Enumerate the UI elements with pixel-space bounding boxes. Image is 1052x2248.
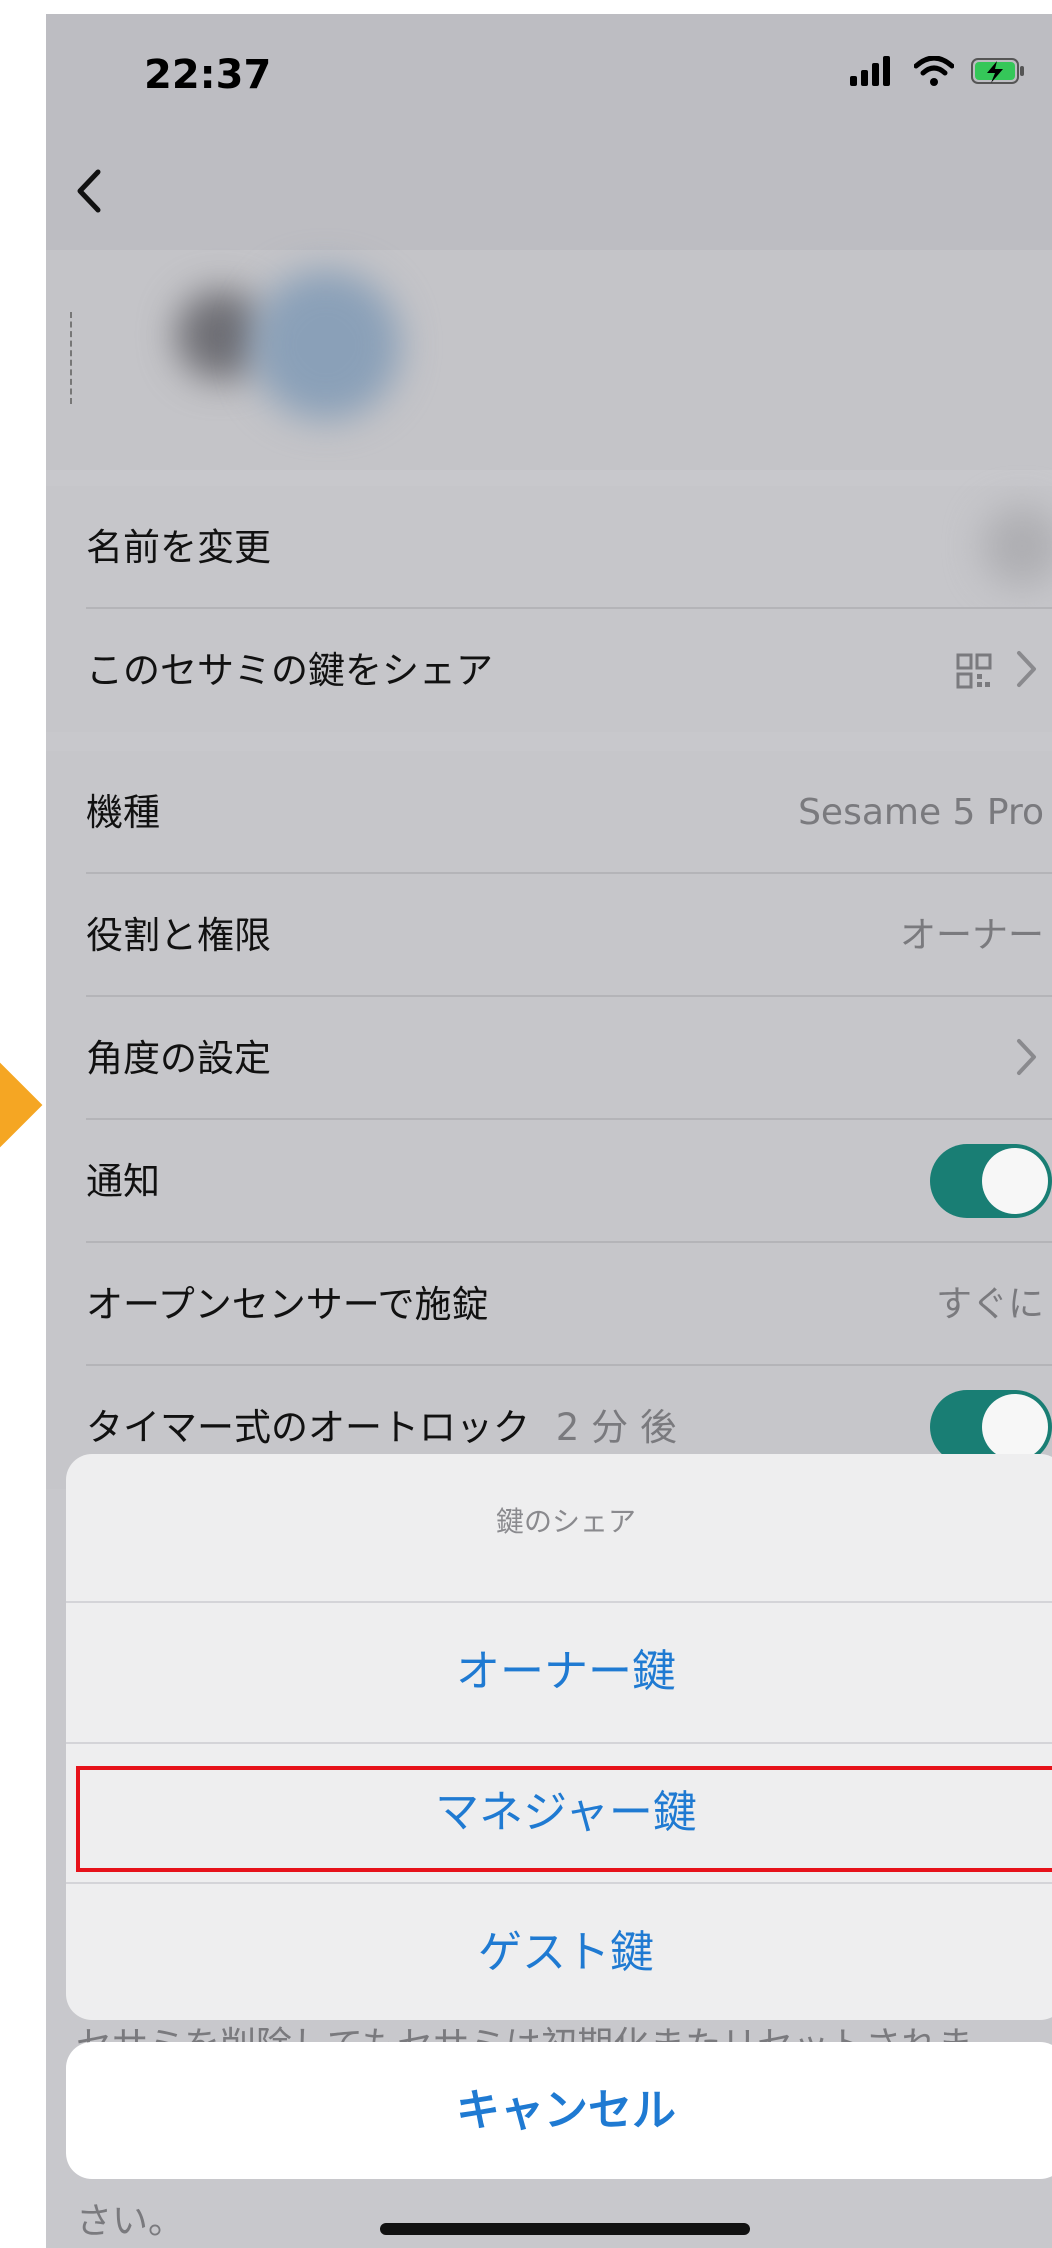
open-sensor-value: すぐに bbox=[935, 1284, 1044, 1325]
open-sensor-label: オープンセンサーで施錠 bbox=[86, 1283, 489, 1326]
qr-code-icon bbox=[956, 653, 992, 689]
orange-side-marker bbox=[0, 1062, 43, 1148]
rename-blur bbox=[982, 506, 1052, 586]
model-value: Sesame 5 Pro bbox=[798, 792, 1044, 833]
chevron-right-icon bbox=[1017, 1039, 1036, 1075]
home-indicator bbox=[380, 2223, 750, 2235]
action-sheet-title: 鍵のシェア bbox=[495, 1505, 636, 1538]
status-bar: 22:37 bbox=[46, 14, 1052, 144]
angle-settings-label: 角度の設定 bbox=[86, 1037, 271, 1080]
chevron-right-icon bbox=[1017, 651, 1036, 687]
role-label: 役割と権限 bbox=[86, 914, 271, 957]
share-action-sheet: 鍵のシェア オーナー鍵 マネジャー鍵 ゲスト鍵 bbox=[66, 1454, 1052, 2020]
device-image-blurred-2 bbox=[251, 270, 401, 420]
notification-row: 通知 bbox=[46, 1120, 1052, 1243]
role-value: オーナー bbox=[899, 915, 1044, 956]
dashed-frame bbox=[70, 312, 72, 404]
battery-charging-icon bbox=[971, 58, 1024, 84]
rename-row[interactable]: 名前を変更 bbox=[46, 486, 1052, 609]
status-time: 22:37 bbox=[144, 52, 272, 98]
phone-screen: 22:37 名前を変更 このセサミの鍵をシェア 機種 Sesame 5 Pro … bbox=[46, 14, 1052, 2248]
angle-settings-row[interactable]: 角度の設定 bbox=[46, 997, 1052, 1120]
autolock-toggle[interactable] bbox=[930, 1390, 1052, 1464]
rename-label: 名前を変更 bbox=[86, 526, 271, 569]
hint-text-line2: さい。 bbox=[76, 2201, 185, 2242]
back-button[interactable] bbox=[74, 166, 104, 225]
share-key-label: このセサミの鍵をシェア bbox=[86, 649, 493, 692]
chevron-left-icon bbox=[77, 169, 101, 213]
signal-icon bbox=[850, 56, 890, 86]
cancel-button[interactable]: キャンセル bbox=[66, 2042, 1052, 2179]
autolock-label-text: タイマー式のオートロック bbox=[86, 1406, 530, 1449]
status-icons bbox=[850, 56, 1026, 86]
owner-key-button[interactable]: オーナー鍵 bbox=[66, 1603, 1052, 1741]
guest-key-button[interactable]: ゲスト鍵 bbox=[66, 1884, 1052, 2020]
share-key-row[interactable]: このセサミの鍵をシェア bbox=[46, 609, 1052, 732]
manager-key-highlight bbox=[76, 1766, 1052, 1872]
model-row: 機種 Sesame 5 Pro bbox=[46, 751, 1052, 874]
notification-label: 通知 bbox=[86, 1160, 160, 1203]
model-label: 機種 bbox=[86, 791, 160, 834]
open-sensor-row[interactable]: オープンセンサーで施錠 すぐに bbox=[46, 1243, 1052, 1366]
device-header bbox=[46, 250, 1052, 470]
role-row: 役割と権限 オーナー bbox=[46, 874, 1052, 997]
wifi-icon bbox=[914, 56, 954, 86]
notification-toggle[interactable] bbox=[930, 1144, 1052, 1218]
autolock-time: 2 分 後 bbox=[555, 1406, 677, 1449]
nav-bar bbox=[46, 144, 1052, 250]
